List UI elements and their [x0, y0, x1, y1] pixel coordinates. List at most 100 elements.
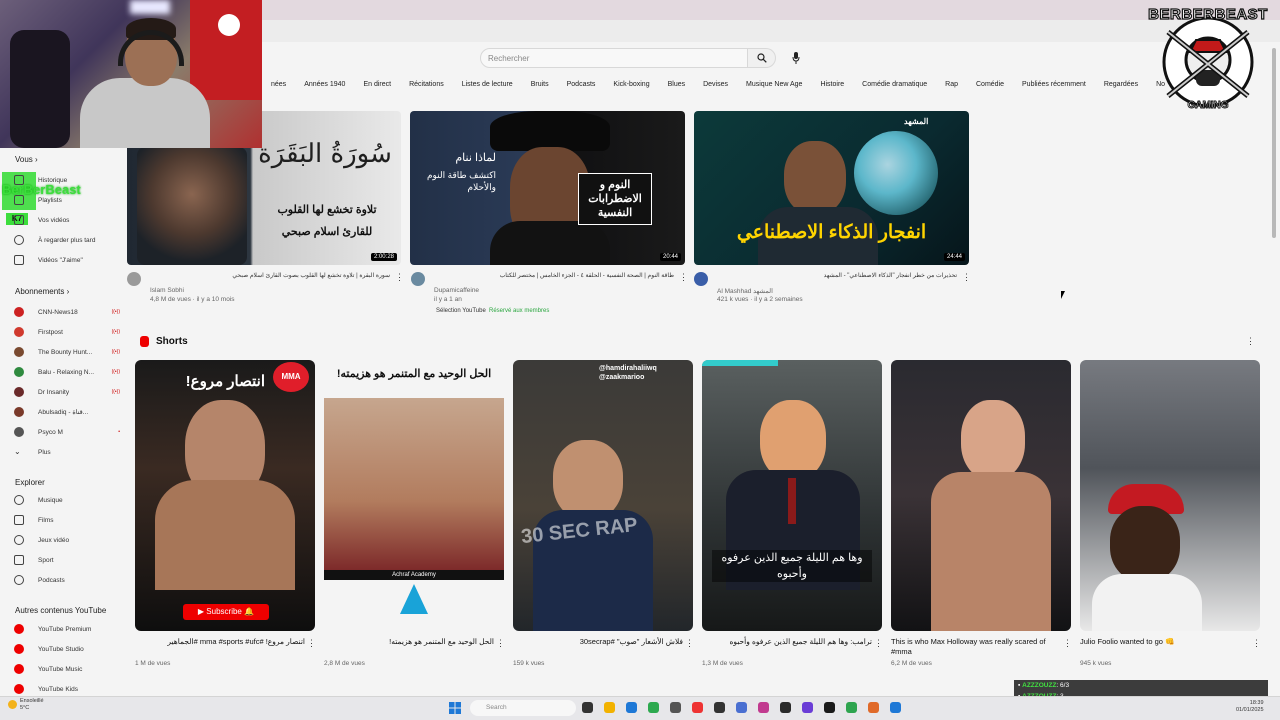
chip-7[interactable]: Kick-boxing	[604, 79, 658, 93]
discord-icon[interactable]	[758, 702, 769, 713]
more-options-icon[interactable]: ⋮	[874, 638, 883, 649]
sidebar-explore-0[interactable]: Musique	[14, 493, 120, 507]
chip-5[interactable]: Bruits	[522, 79, 558, 93]
chip-14[interactable]: Comédie	[967, 79, 1013, 93]
channel-avatar[interactable]	[411, 272, 425, 286]
search-input[interactable]: Rechercher	[480, 48, 748, 68]
chip-3[interactable]: Récitations	[400, 79, 453, 93]
sidebar-sub-1[interactable]: Firstpost ((•))	[14, 325, 120, 339]
video-title[interactable]: طاقة النوم | الصحة النفسية - الحلقة ٤ - …	[434, 272, 674, 280]
short-title[interactable]: This is who Max Holloway was really scar…	[891, 637, 1061, 657]
short-title[interactable]: اتنصار مروع! #mma #sports #ufc #الجماهير	[135, 637, 305, 647]
taskbar-clock[interactable]: 18:39 01/01/2025	[1236, 700, 1264, 714]
sidebar-item-your-videos[interactable]: Vos vidéos	[14, 213, 120, 227]
terminal-icon[interactable]	[824, 702, 835, 713]
sidebar-more-1[interactable]: YouTube Studio	[14, 642, 120, 656]
channel-avatar[interactable]	[694, 272, 708, 286]
short-card-1[interactable]: انتصار مروع! MMA ▶ Subscribe 🔔	[135, 360, 315, 631]
sidebar-item-history[interactable]: Historique	[14, 173, 120, 187]
chip-9[interactable]: Devises	[694, 79, 737, 93]
reciter-photo	[137, 147, 247, 265]
short-views: 1,3 M de vues	[702, 660, 743, 667]
mail-icon[interactable]	[736, 702, 747, 713]
sidebar-sub-0[interactable]: CNN-News18 ((•))	[14, 305, 120, 319]
more-options-icon[interactable]: ⋮	[395, 272, 404, 283]
sidebar-item-watch-later[interactable]: À regarder plus tard	[14, 233, 120, 247]
sidebar-sub-6[interactable]: Psyco M •	[14, 425, 120, 439]
chrome-icon[interactable]	[648, 702, 659, 713]
chip-16[interactable]: Regardées	[1095, 79, 1147, 93]
edge-icon[interactable]	[626, 702, 637, 713]
sidebar-explore-4[interactable]: Podcasts	[14, 573, 120, 587]
app-icon[interactable]	[868, 702, 879, 713]
sidebar-item-like[interactable]: Vidéos "J'aime"	[14, 253, 120, 267]
windows-start-icon[interactable]	[449, 701, 461, 714]
short-card-6[interactable]	[1080, 360, 1260, 631]
app-icon[interactable]	[692, 702, 703, 713]
more-options-icon[interactable]: ⋮	[962, 272, 971, 283]
sidebar-more-2[interactable]: YouTube Music	[14, 662, 120, 676]
short-title[interactable]: فلاش الأشعار "صوب" #30secrap	[513, 637, 683, 647]
short-card-3[interactable]: @hamdirahaliiwq @zaakmarioo 30 SEC RAP	[513, 360, 693, 631]
chip-4[interactable]: Listes de lecture	[453, 79, 522, 93]
sidebar-explore-1[interactable]: Films	[14, 513, 120, 527]
chip-8[interactable]: Blues	[659, 79, 695, 93]
settings-icon[interactable]	[670, 702, 681, 713]
chip-13[interactable]: Rap	[936, 79, 967, 93]
voice-search-button[interactable]	[788, 50, 804, 66]
sidebar-subscriptions-heading[interactable]: Abonnements ›	[15, 287, 69, 296]
app-icon[interactable]	[890, 702, 901, 713]
video-thumbnail-3[interactable]: المشهد انفجار الذكاء الاصطناعي 24:44	[694, 111, 969, 265]
sidebar-sub-2[interactable]: The Bounty Hunt... ((•))	[14, 345, 120, 359]
short-card-5[interactable]	[891, 360, 1071, 631]
short-title[interactable]: الحل الوحيد مع المتنمر هو هزيمته!	[324, 637, 494, 647]
chip-6[interactable]: Podcasts	[558, 79, 605, 93]
chip-1[interactable]: Années 1940	[295, 79, 354, 93]
video-stats: il y a 1 an	[434, 296, 462, 303]
short-card-4[interactable]: وها هم الليلة جميع الذين عرفوه وأحبوه	[702, 360, 882, 631]
sidebar-item-playlist[interactable]: Playlists	[14, 193, 120, 207]
sidebar-sub-4[interactable]: Dr Insanity ((•))	[14, 385, 120, 399]
video-channel[interactable]: Dupamicaffeine	[434, 287, 479, 294]
channel-avatar[interactable]	[127, 272, 141, 286]
app-icon[interactable]	[802, 702, 813, 713]
sidebar-sub-5[interactable]: Abulsadiq - قناة...	[14, 405, 120, 419]
sidebar-more-0[interactable]: YouTube Premium	[14, 622, 120, 636]
file-explorer-icon[interactable]	[604, 702, 615, 713]
sidebar-explore-3[interactable]: Sport	[14, 553, 120, 567]
sidebar-more-3[interactable]: YouTube Kids	[14, 682, 120, 696]
video-thumbnail-2[interactable]: لماذا ننام اكتشف طاقة النوم والأحلام الن…	[410, 111, 685, 265]
video-title[interactable]: سورة البقرة | تلاوة تخشع لها القلوب بصوت…	[150, 272, 390, 280]
taskbar-search[interactable]: Search	[470, 700, 576, 716]
obs-icon[interactable]	[714, 702, 725, 713]
more-options-icon[interactable]: ⋮	[1063, 638, 1072, 649]
short-title[interactable]: Julio Foolio wanted to go 👊	[1080, 637, 1250, 647]
chip-12[interactable]: Comédie dramatique	[853, 79, 936, 93]
more-options-icon[interactable]: ⋮	[1252, 638, 1261, 649]
sidebar-sub-3[interactable]: Balu - Relaxing N... ((•))	[14, 365, 120, 379]
video-channel[interactable]: Islam Sobhi	[150, 287, 184, 294]
app-icon[interactable]	[846, 702, 857, 713]
app-icon[interactable]	[780, 702, 791, 713]
sidebar-sub-7[interactable]: ⌄ Plus	[14, 445, 120, 459]
sidebar-explore-2[interactable]: Jeux vidéo	[14, 533, 120, 547]
task-view-icon[interactable]	[582, 702, 593, 713]
chip-2[interactable]: En direct	[354, 79, 400, 93]
video-title[interactable]: تحذيرات من خطر انفجار "الذكاء الاصطناعي"…	[717, 272, 957, 280]
short-card-2[interactable]: الحل الوحيد مع المتنمر هو هزيمته! Achraf…	[324, 360, 504, 631]
chip-0[interactable]: nées	[262, 79, 295, 93]
more-options-icon[interactable]: ⋮	[307, 638, 316, 649]
short-title[interactable]: ترامب: وها هم الليلة جميع الذين عرفوه وأ…	[702, 637, 872, 647]
chip-11[interactable]: Histoire	[811, 79, 853, 93]
video-channel[interactable]: Al Mashhad المشهد	[717, 287, 773, 295]
more-options-icon[interactable]: ⋮	[496, 638, 505, 649]
more-options-icon[interactable]: ⋮	[685, 638, 694, 649]
sidebar-you-heading[interactable]: Vous ›	[15, 155, 38, 164]
chip-15[interactable]: Publiées récemment	[1013, 79, 1095, 93]
search-button[interactable]	[748, 48, 776, 68]
page-scrollbar[interactable]	[1272, 48, 1276, 238]
chip-10[interactable]: Musique New Age	[737, 79, 811, 93]
more-options-icon[interactable]: ⋮	[679, 272, 688, 283]
weather-widget[interactable]: Ensoleillé 5°C	[20, 698, 44, 712]
shorts-menu-icon[interactable]: ⋮	[1246, 336, 1255, 347]
